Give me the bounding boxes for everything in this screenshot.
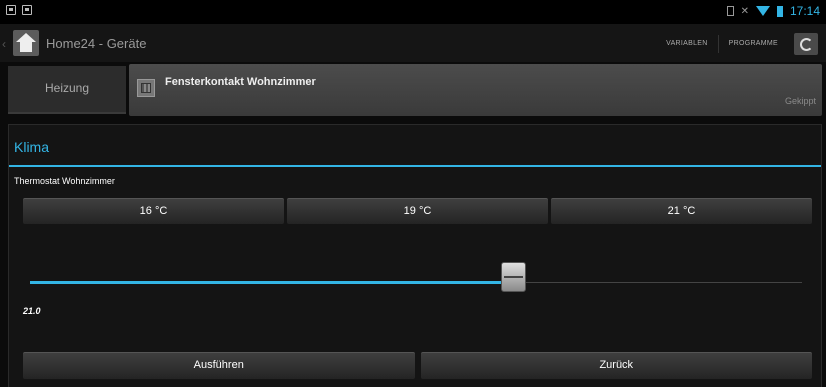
- system-tray: ✕ 17:14: [726, 4, 820, 18]
- home-logo-icon[interactable]: [13, 30, 39, 56]
- slider-value: 21.0: [23, 306, 41, 316]
- back-button[interactable]: Zurück: [420, 352, 812, 379]
- device-card[interactable]: Fensterkontakt Wohnzimmer Gekippt: [129, 64, 822, 116]
- sidebar-item-heizung[interactable]: Heizung: [8, 66, 126, 114]
- action-bar-actions: VARIABLEN PROGRAMME: [662, 30, 818, 57]
- notification-icon: [22, 5, 32, 15]
- thermostat-label: Thermostat Wohnzimmer: [14, 176, 115, 186]
- temperature-presets: 16 °C 19 °C 21 °C: [23, 198, 812, 224]
- notification-icon: [6, 5, 16, 15]
- execute-button[interactable]: Ausführen: [23, 352, 415, 379]
- up-caret-icon[interactable]: ‹: [2, 37, 6, 51]
- status-bar: ✕ 17:14: [0, 0, 826, 24]
- programme-button[interactable]: PROGRAMME: [725, 30, 782, 57]
- refresh-icon[interactable]: [794, 32, 818, 55]
- dialog-title: Klima: [14, 139, 50, 155]
- app-title: Home24 - Geräte: [46, 36, 147, 51]
- klima-dialog: Klima: [8, 124, 822, 387]
- dialog-title-divider: [9, 165, 821, 167]
- temperature-slider-thumb[interactable]: [501, 262, 527, 292]
- battery-icon: [776, 5, 783, 17]
- action-bar: ‹ Home24 - Geräte VARIABLEN PROGRAMME: [0, 24, 826, 62]
- notification-area: [6, 5, 32, 15]
- wifi-icon: [755, 6, 770, 16]
- preset-21-button[interactable]: 21 °C: [551, 198, 812, 224]
- temperature-slider-fill: [30, 281, 514, 284]
- preset-16-button[interactable]: 16 °C: [23, 198, 284, 224]
- clock: 17:14: [789, 4, 820, 18]
- divider: [717, 34, 719, 53]
- window-icon: [137, 79, 155, 97]
- preset-19-button[interactable]: 19 °C: [287, 198, 548, 224]
- device-name: Fensterkontakt Wohnzimmer: [165, 76, 316, 88]
- dialog-actions: Ausführen Zurück: [23, 352, 812, 379]
- variablen-button[interactable]: VARIABLEN: [662, 30, 711, 57]
- signal-icon: ✕: [740, 5, 749, 17]
- sim-icon: [726, 6, 734, 16]
- device-status: Gekippt: [784, 96, 816, 106]
